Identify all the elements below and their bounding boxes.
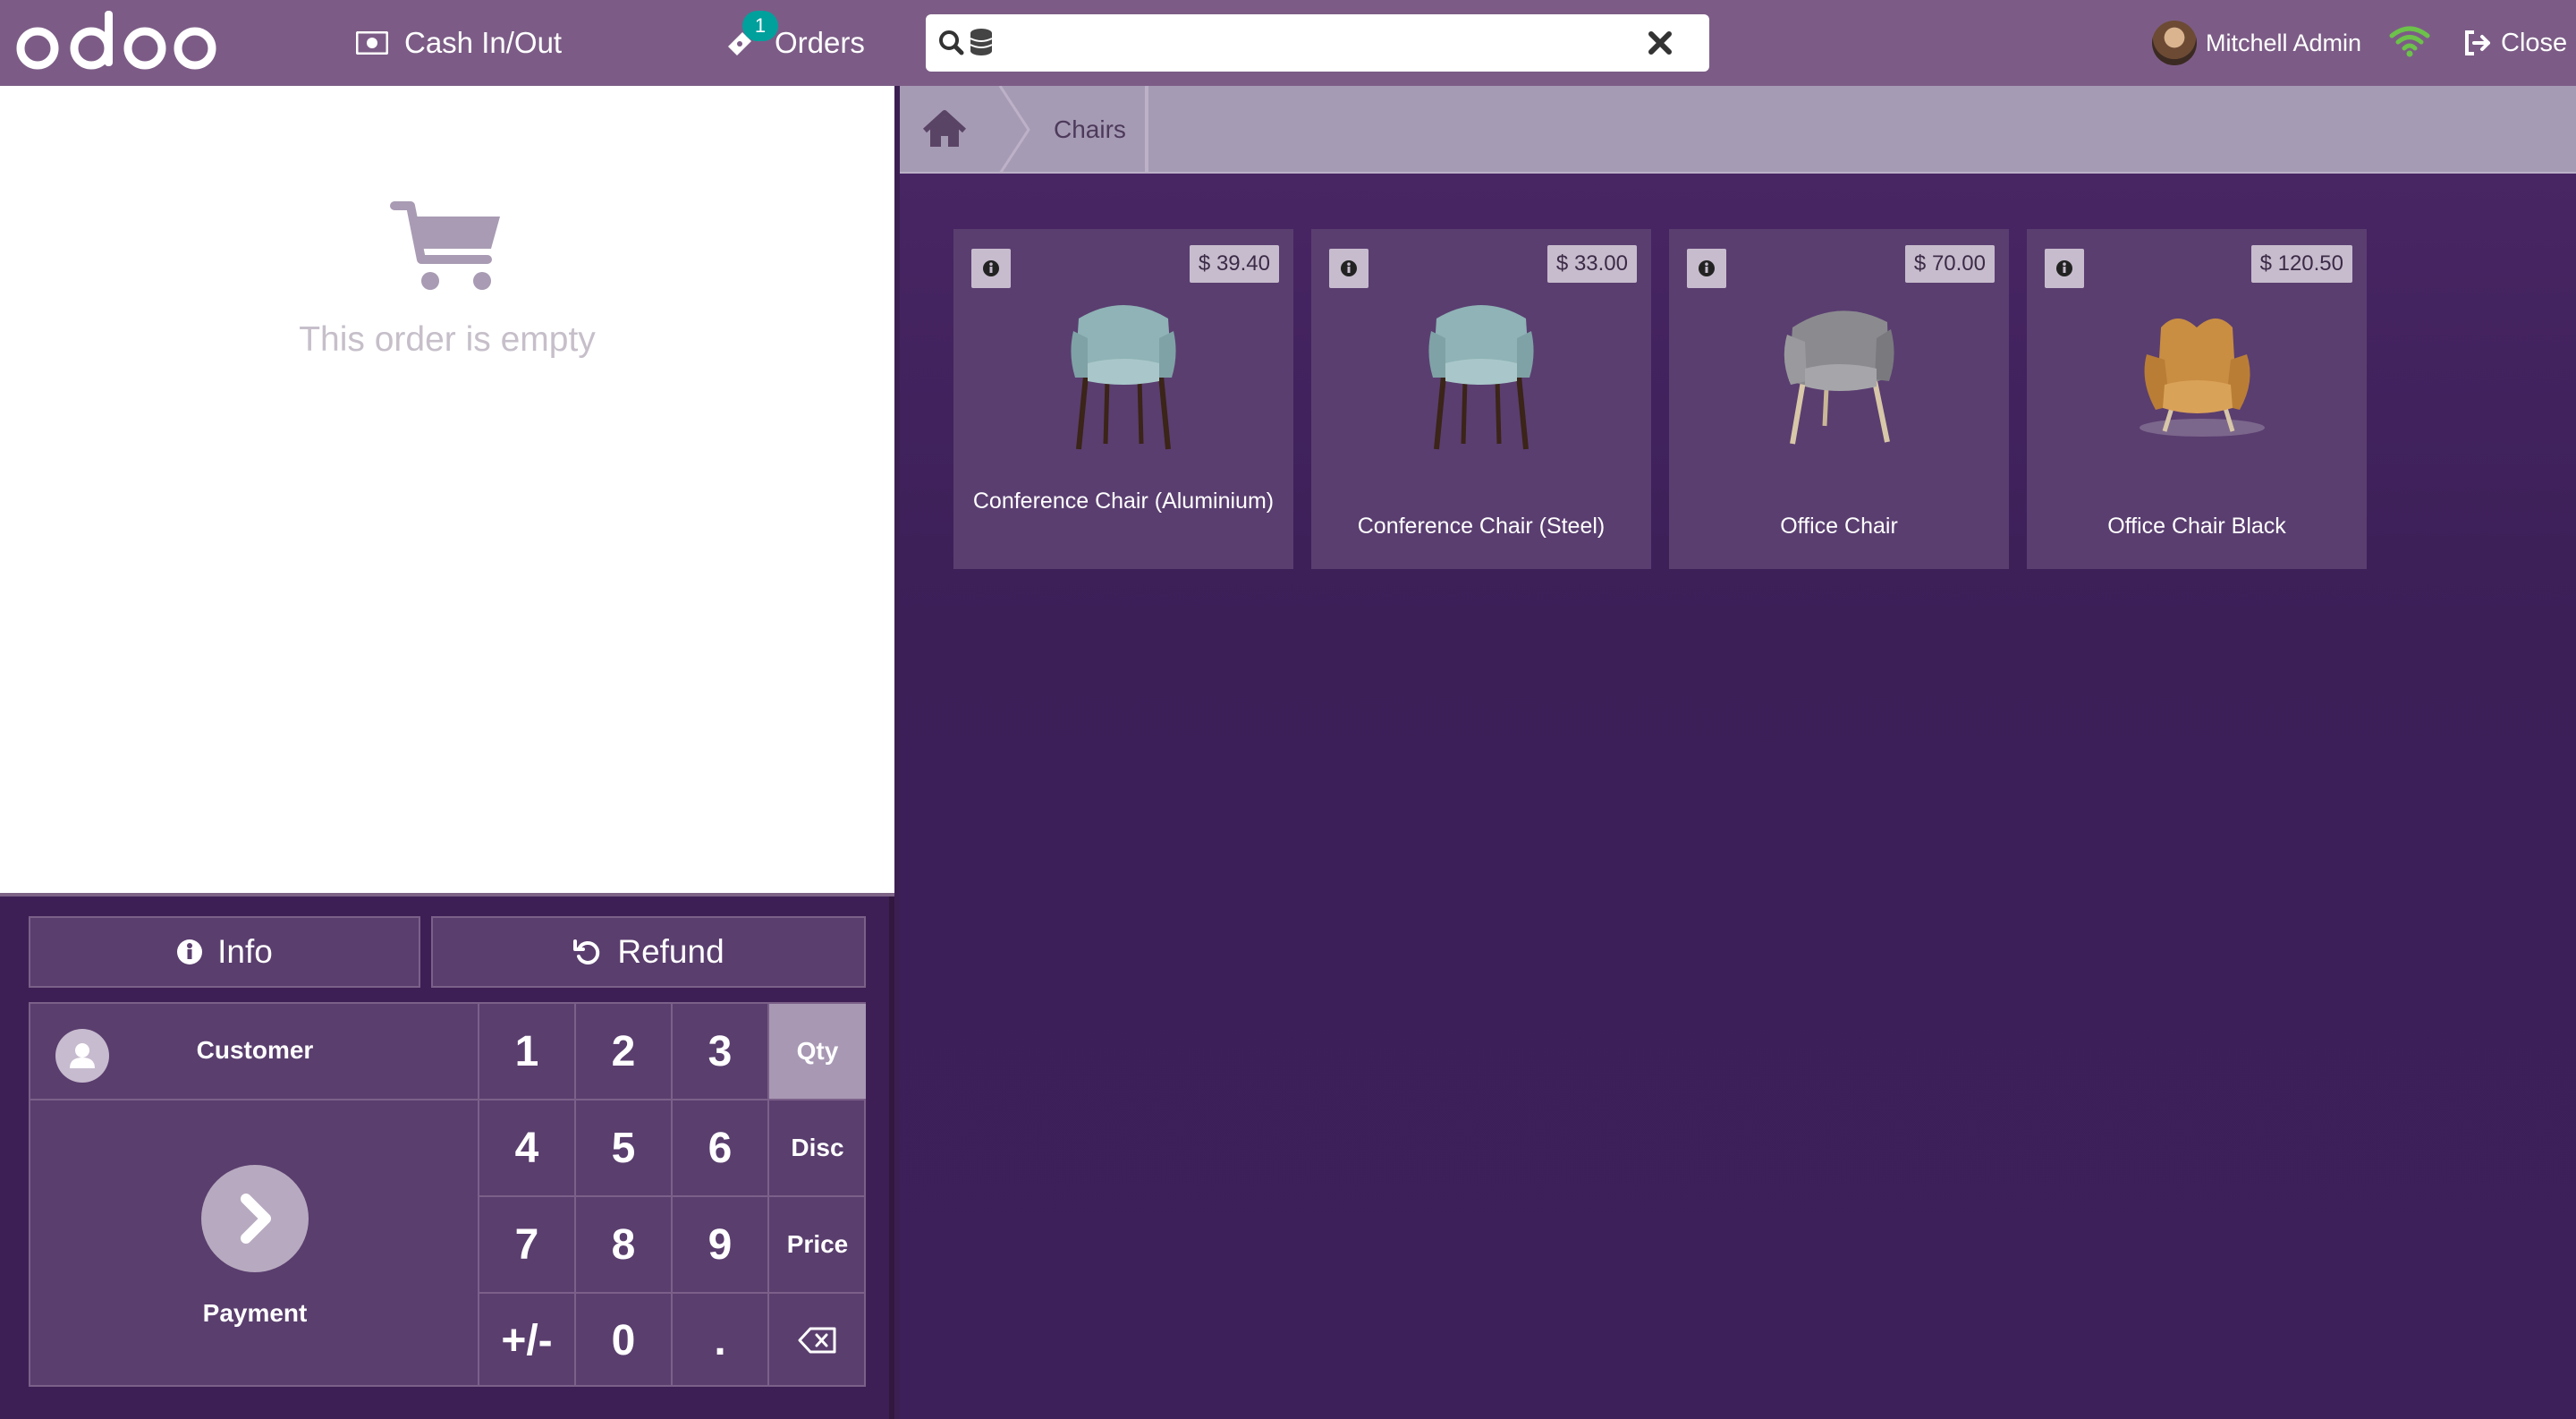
product-info-icon[interactable] [1687, 249, 1726, 288]
product-info-icon[interactable] [971, 249, 1011, 288]
product-price: $ 33.00 [1546, 245, 1637, 283]
product-card[interactable]: $ 70.00 Office Chair [1669, 229, 2009, 569]
orders-count-badge: 1 [742, 11, 778, 41]
cash-in-out-button[interactable]: Cash In/Out [356, 0, 562, 86]
order-pane: This order is empty Info Refund Customer [0, 86, 894, 1419]
close-button[interactable]: Close [2463, 0, 2567, 86]
close-label: Close [2501, 28, 2568, 57]
numpad-key-6[interactable]: 6 [673, 1100, 769, 1197]
product-info-icon[interactable] [1329, 249, 1368, 288]
breadcrumb-separator [998, 86, 1030, 174]
search-bar[interactable] [926, 14, 1709, 72]
cash-in-out-label: Cash In/Out [404, 26, 563, 59]
odoo-logo-graphic [16, 11, 216, 70]
qty-mode-button[interactable]: Qty [769, 1004, 866, 1100]
breadcrumb-category-chairs[interactable]: Chairs [1054, 86, 1126, 174]
numpad-key-8[interactable]: 8 [576, 1197, 673, 1294]
home-breadcrumb[interactable] [900, 86, 998, 174]
product-price: $ 120.50 [2250, 245, 2352, 283]
orders-button[interactable]: 1 Orders [723, 0, 865, 86]
product-image-chair [1784, 310, 1894, 445]
shopping-cart-icon [390, 201, 500, 290]
orders-label: Orders [775, 26, 865, 59]
numpad-key-3[interactable]: 3 [673, 1004, 769, 1100]
product-card[interactable]: $ 120.50 Office Chair Black [2027, 229, 2367, 569]
numpad-key-9[interactable]: 9 [673, 1197, 769, 1294]
numpad-area: Customer Payment 1 2 3 Qty 4 5 6 Disc 7 … [29, 1002, 866, 1387]
numpad-key-7[interactable]: 7 [479, 1197, 576, 1294]
numpad-key-decimal[interactable]: . [673, 1294, 769, 1387]
undo-icon [573, 939, 600, 964]
product-image-chair [1428, 305, 1534, 450]
products-pane: Chairs $ 39.40 Conference Chair (Alumini… [900, 86, 2576, 1419]
info-button[interactable]: Info [29, 916, 420, 988]
breadcrumb: Chairs [900, 86, 2576, 174]
refund-label: Refund [617, 933, 724, 970]
clear-search-icon[interactable] [1647, 30, 1674, 56]
order-lines-area: This order is empty [0, 86, 894, 896]
numpad-key-5[interactable]: 5 [576, 1100, 673, 1197]
customer-label: Customer [196, 1036, 314, 1064]
backspace-icon [798, 1327, 836, 1354]
user-menu[interactable]: Mitchell Admin [2152, 0, 2361, 86]
product-image-chair [2140, 319, 2265, 437]
customer-button[interactable]: Customer [30, 1004, 479, 1100]
numpad-key-4[interactable]: 4 [479, 1100, 576, 1197]
wifi-icon [2389, 26, 2430, 57]
search-icon [939, 29, 993, 55]
odoo-logo [16, 7, 218, 79]
empty-order-message: This order is empty [299, 320, 596, 359]
numpad-key-1[interactable]: 1 [479, 1004, 576, 1100]
disc-mode-button[interactable]: Disc [769, 1100, 866, 1197]
info-circle-icon [177, 939, 203, 964]
numpad-key-0[interactable]: 0 [576, 1294, 673, 1387]
product-price: $ 39.40 [1189, 245, 1279, 283]
breadcrumb-divider [1145, 86, 1148, 174]
price-mode-button[interactable]: Price [769, 1197, 866, 1294]
backspace-button[interactable] [769, 1294, 866, 1387]
user-name: Mitchell Admin [2206, 29, 2362, 56]
sign-out-icon [2465, 30, 2490, 55]
product-card[interactable]: $ 33.00 Conference Chair (Steel) [1311, 229, 1651, 569]
product-price: $ 70.00 [1904, 245, 1995, 283]
refund-button[interactable]: Refund [431, 916, 866, 988]
product-name: Office Chair Black [2107, 514, 2286, 539]
product-card[interactable]: $ 39.40 Conference Chair (Aluminium) [953, 229, 1293, 569]
product-name: Conference Chair (Aluminium) [972, 489, 1275, 514]
numpad-key-2[interactable]: 2 [576, 1004, 673, 1100]
chevron-right-icon [201, 1165, 309, 1272]
money-icon [356, 31, 388, 55]
info-label: Info [217, 933, 273, 970]
search-input[interactable] [1015, 14, 1641, 72]
payment-label: Payment [202, 1299, 308, 1327]
product-name: Conference Chair (Steel) [1357, 514, 1606, 539]
user-avatar [2152, 21, 2197, 65]
numpad-key-plus-minus[interactable]: +/- [479, 1294, 576, 1387]
product-info-icon[interactable] [2045, 249, 2084, 288]
product-name: Office Chair [1780, 514, 1898, 539]
home-icon [922, 110, 967, 147]
product-image-chair [1071, 305, 1176, 450]
top-bar: Cash In/Out 1 Orders Mitchell Admin Clos… [0, 0, 2576, 86]
ticket-icon: 1 [723, 11, 778, 61]
payment-button[interactable]: Payment [30, 1100, 479, 1387]
